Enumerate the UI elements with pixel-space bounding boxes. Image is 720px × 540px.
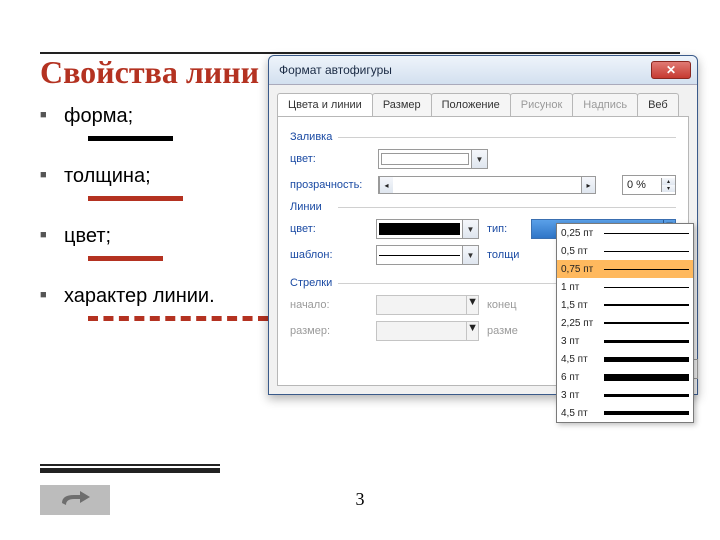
- thickness-option[interactable]: 6 пт: [557, 368, 693, 386]
- thickness-option[interactable]: 1 пт: [557, 278, 693, 296]
- label-pattern: шаблон:: [290, 249, 372, 261]
- sample-line-style: [88, 316, 268, 321]
- label-thickness: толщи: [487, 249, 527, 261]
- thickness-option-stroke: [604, 357, 689, 362]
- thickness-option-label: 2,25 пт: [561, 318, 599, 329]
- chevron-down-icon: ▼: [462, 220, 478, 238]
- thickness-option-stroke: [604, 251, 689, 252]
- label-arrow-start: начало:: [290, 299, 372, 311]
- thickness-option-label: 3 пт: [561, 390, 599, 401]
- thickness-option[interactable]: 0,25 пт: [557, 224, 693, 242]
- fill-color-combo[interactable]: ▼: [378, 149, 488, 169]
- chevron-right-icon: ▸: [581, 177, 595, 193]
- thickness-option-stroke: [604, 411, 689, 415]
- thickness-option[interactable]: 0,75 пт: [557, 260, 693, 278]
- thickness-option-label: 0,25 пт: [561, 228, 599, 239]
- line-pattern-combo[interactable]: ▼: [376, 245, 479, 265]
- chevron-down-icon: ▼: [462, 246, 478, 264]
- thickness-option-stroke: [604, 269, 689, 270]
- arrow-start-size-combo: ▼: [376, 321, 479, 341]
- thickness-option[interactable]: 3 пт: [557, 386, 693, 404]
- thickness-option[interactable]: 4,5 пт: [557, 404, 693, 422]
- close-button[interactable]: ✕: [651, 61, 691, 79]
- bullet-text: характер линии.: [64, 285, 215, 307]
- dialog-titlebar[interactable]: Формат автофигуры ✕: [269, 56, 697, 84]
- thickness-option-label: 4,5 пт: [561, 408, 599, 419]
- thickness-option[interactable]: 4,5 пт: [557, 350, 693, 368]
- tab-caption: Надпись: [572, 93, 638, 116]
- thickness-option-stroke: [604, 340, 689, 343]
- thickness-option-label: 0,75 пт: [561, 264, 599, 275]
- label-fill-color: цвет:: [290, 153, 372, 165]
- bullet-text: форма;: [64, 105, 133, 127]
- label-transparency: прозрачность:: [290, 179, 372, 191]
- transparency-slider[interactable]: ◂ ▸: [378, 176, 596, 194]
- format-autoshape-dialog: Формат автофигуры ✕ Цвета и линии Размер…: [268, 55, 698, 395]
- chevron-down-icon: ▼: [466, 322, 478, 340]
- line-pattern-swatch: [379, 255, 460, 256]
- tab-web[interactable]: Веб: [637, 93, 679, 116]
- thickness-dropdown[interactable]: 0,25 пт 0,5 пт 0,75 пт 1 пт 1,5 пт 2,25 пт 3 п…: [556, 223, 694, 423]
- thickness-option-stroke: [604, 322, 689, 324]
- tab-colors-lines[interactable]: Цвета и линии: [277, 93, 373, 116]
- thickness-option-stroke: [604, 394, 689, 397]
- thickness-option-stroke: [604, 304, 689, 306]
- chevron-down-icon: ▼: [466, 296, 478, 314]
- horizontal-rule: [40, 52, 680, 54]
- footer-double-rule: [40, 464, 220, 472]
- chevron-left-icon: ◂: [379, 177, 393, 193]
- bullet-text: толщина;: [64, 165, 151, 187]
- thickness-option[interactable]: 0,5 пт: [557, 242, 693, 260]
- thickness-option[interactable]: 2,25 пт: [557, 314, 693, 332]
- arrow-start-combo: ▼: [376, 295, 479, 315]
- chevron-up-icon: ▴: [661, 178, 675, 185]
- tab-size[interactable]: Размер: [372, 93, 432, 116]
- page-number: 3: [356, 489, 365, 510]
- line-color-combo[interactable]: ▼: [376, 219, 479, 239]
- label-arrow-end: конец: [487, 299, 527, 311]
- thickness-option-label: 1,5 пт: [561, 300, 599, 311]
- transparency-value: 0 %: [623, 179, 661, 191]
- chevron-down-icon: ▼: [471, 150, 487, 168]
- bullet-text: цвет;: [64, 225, 111, 247]
- label-arrow-end-size: разме: [487, 325, 527, 337]
- color-swatch-black: [379, 223, 460, 235]
- return-arrow-icon: [60, 491, 90, 509]
- return-button[interactable]: [40, 485, 110, 515]
- thickness-option[interactable]: 1,5 пт: [557, 296, 693, 314]
- tab-strip: Цвета и линии Размер Положение Рисунок Н…: [277, 93, 689, 116]
- sample-line-thickness: [88, 196, 183, 201]
- close-icon: ✕: [666, 63, 676, 77]
- transparency-spinner[interactable]: 0 % ▴▾: [622, 175, 676, 195]
- thickness-option-label: 0,5 пт: [561, 246, 599, 257]
- label-arrow-start-size: размер:: [290, 325, 372, 337]
- thickness-option-stroke: [604, 233, 689, 234]
- thickness-option-label: 3 пт: [561, 336, 599, 347]
- chevron-down-icon: ▾: [661, 185, 675, 192]
- tab-position[interactable]: Положение: [431, 93, 511, 116]
- thickness-option-stroke: [604, 287, 689, 288]
- thickness-option-label: 1 пт: [561, 282, 599, 293]
- thickness-option-label: 6 пт: [561, 372, 599, 383]
- label-line-color: цвет:: [290, 223, 372, 235]
- color-swatch-white: [381, 153, 469, 165]
- thickness-option-stroke: [604, 374, 689, 381]
- tab-panel: Заливка цвет: ▼ прозрачность: ◂ ▸: [277, 116, 689, 386]
- sample-line-color: [88, 256, 163, 261]
- group-fill: Заливка: [290, 131, 676, 143]
- label-line-type: тип:: [487, 223, 527, 235]
- thickness-option-label: 4,5 пт: [561, 354, 599, 365]
- tab-picture: Рисунок: [510, 93, 574, 116]
- dialog-title: Формат автофигуры: [279, 63, 651, 77]
- group-lines: Линии: [290, 201, 676, 213]
- thickness-option[interactable]: 3 пт: [557, 332, 693, 350]
- sample-line-shape: [88, 136, 173, 141]
